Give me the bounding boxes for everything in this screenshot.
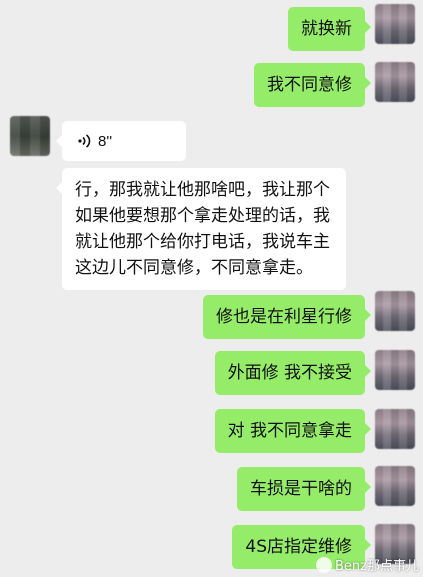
my-avatar[interactable] <box>375 350 415 390</box>
my-avatar[interactable] <box>375 466 415 506</box>
sent-message[interactable]: 修也是在利星行修 <box>203 295 371 339</box>
sent-message[interactable]: 就换新 <box>288 7 371 51</box>
contact-avatar[interactable] <box>10 116 50 156</box>
voice-wave-icon <box>78 134 91 148</box>
message-text: 就换新 <box>301 19 352 39</box>
voice-message[interactable]: 8'' <box>56 121 186 161</box>
message-text: 修也是在利星行修 <box>216 307 352 327</box>
sent-message[interactable]: 我不同意修 <box>254 63 371 107</box>
received-message[interactable]: 行，那我就让他那啥吧，我让那个如果他要想那个拿走处理的话，我就让他那个给你打电话… <box>56 168 346 290</box>
message-text: 对 我不同意拿走 <box>227 421 352 441</box>
watermark: Benz那点事儿 <box>316 555 419 574</box>
message-text: 我不同意修 <box>267 75 352 95</box>
chat-area: 就换新 我不同意修 8'' 行，那我就让他那啥吧，我让那个如果他要想那个拿走处理… <box>0 0 423 577</box>
my-avatar[interactable] <box>375 409 415 449</box>
my-avatar[interactable] <box>375 62 415 102</box>
watermark-text: Benz那点事儿 <box>335 559 419 574</box>
my-avatar[interactable] <box>375 291 415 331</box>
sent-message[interactable]: 外面修 我不接受 <box>214 351 372 395</box>
wechat-official-account-icon <box>316 556 333 573</box>
voice-duration: 8'' <box>98 132 113 150</box>
message-text: 外面修 我不接受 <box>227 363 352 383</box>
message-text: 行，那我就让他那啥吧，我让那个如果他要想那个拿走处理的话，我就让他那个给你打电话… <box>75 180 330 278</box>
message-text: 4S店指定维修 <box>245 537 352 557</box>
sent-message[interactable]: 车损是干啥的 <box>237 467 371 511</box>
my-avatar[interactable] <box>375 4 415 44</box>
sent-message[interactable]: 对 我不同意拿走 <box>214 409 372 453</box>
message-text: 车损是干啥的 <box>250 479 352 499</box>
